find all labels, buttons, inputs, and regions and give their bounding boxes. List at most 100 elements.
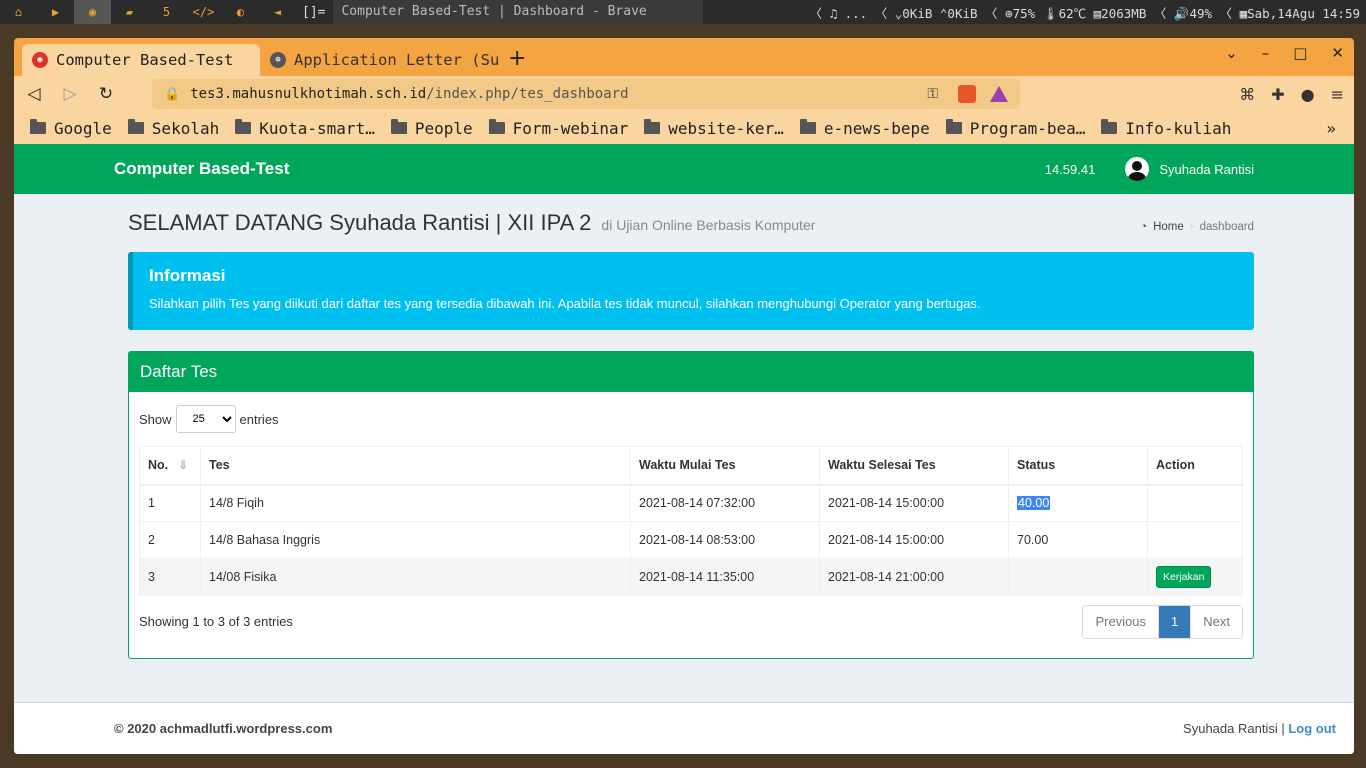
- url-host: tes3.mahusnulkhotimah.sch.id: [190, 86, 427, 102]
- bookmark-label: Info-kuliah: [1125, 118, 1232, 138]
- minimize-icon[interactable]: –: [1262, 44, 1270, 62]
- menu-icon[interactable]: ≡: [1331, 85, 1344, 104]
- logout-link[interactable]: Log out: [1288, 721, 1336, 736]
- workspace-list: ⌂ ▶ ◉ ▰ 5 </> ◐ ◄: [0, 0, 296, 24]
- bookmark-e-news-bepe[interactable]: e-news-bepe: [799, 118, 930, 138]
- browser-toolbar: ◁ ▷ ↻ 🔒 tes3.mahusnulkhotimah.sch.id/ind…: [14, 76, 1354, 112]
- address-bar[interactable]: 🔒 tes3.mahusnulkhotimah.sch.id/index.php…: [152, 79, 1020, 109]
- bookmark-sekolah[interactable]: Sekolah: [127, 119, 219, 138]
- tab-label: Computer Based-Test: [56, 51, 234, 69]
- breadcrumb-current: dashboard: [1199, 221, 1254, 233]
- cell-tes: 14/8 Fiqih: [200, 484, 631, 522]
- col-status[interactable]: Status: [1008, 446, 1148, 486]
- folder-icon: [488, 119, 505, 134]
- bookmark-website-ker[interactable]: website-ker…: [644, 119, 784, 138]
- col-no[interactable]: No. ⇓: [139, 446, 201, 486]
- workspace-1[interactable]: ⌂: [0, 0, 37, 24]
- back-icon[interactable]: ◁: [24, 84, 44, 104]
- page-1-button[interactable]: 1: [1159, 605, 1192, 638]
- bookmark-form-webinar[interactable]: Form-webinar: [488, 118, 629, 138]
- test-table: No. ⇓ Tes Waktu Mulai Tes Waktu Selesai T…: [139, 446, 1243, 596]
- extensions-icon[interactable]: ✚: [1271, 85, 1284, 104]
- close-icon[interactable]: ✕: [1331, 44, 1344, 62]
- pagination: Previous 1 Next: [1082, 604, 1243, 639]
- forward-icon[interactable]: ▷: [60, 84, 80, 104]
- col-waktu-mulai[interactable]: Waktu Mulai Tes: [630, 446, 820, 486]
- folder-icon: [30, 119, 46, 134]
- cell-selesai: 2021-08-14 15:00:00: [819, 484, 1009, 522]
- cell-action: [1147, 484, 1243, 522]
- cell-mulai: 2021-08-14 08:53:00: [630, 521, 820, 559]
- bookmark-label: People: [414, 118, 473, 138]
- brave-shields-icon[interactable]: [958, 85, 976, 103]
- site-favicon-icon: ◉: [32, 52, 48, 68]
- sort-desc-icon: ⇓: [178, 458, 189, 473]
- footer-user: Syuhada Rantisi | Log out: [1183, 721, 1336, 736]
- col-tes[interactable]: Tes: [200, 446, 631, 486]
- col-label: Waktu Selesai Tes: [828, 458, 936, 473]
- bookmark-google[interactable]: Google: [30, 119, 112, 138]
- cell-mulai: 2021-08-14 07:32:00: [630, 484, 820, 522]
- col-label: Action: [1156, 458, 1195, 473]
- tab-search-icon[interactable]: ⌄: [1225, 44, 1238, 62]
- table-row: 2 14/8 Bahasa Inggris 2021-08-14 08:53:0…: [139, 521, 1243, 559]
- workspace-8[interactable]: ◄: [259, 0, 296, 24]
- folder-icon: [390, 119, 407, 134]
- bookmarks-overflow-button[interactable]: »: [1326, 119, 1336, 138]
- user-menu[interactable]: Syuhada Rantisi: [1125, 157, 1254, 181]
- tab-application-letter[interactable]: ⊕ Application Letter (Su: [260, 44, 498, 76]
- tab-computer-based-test[interactable]: ◉ Computer Based-Test: [22, 44, 260, 76]
- translate-icon[interactable]: ⌘: [1239, 85, 1255, 104]
- kerjakan-button[interactable]: Kerjakan: [1156, 566, 1212, 589]
- bookmark-label: e-news-bepe: [823, 118, 930, 138]
- cell-tes: 14/8 Bahasa Inggris: [200, 521, 631, 559]
- bookmark-info-kuliah[interactable]: Info-kuliah: [1101, 119, 1231, 138]
- app-brand[interactable]: Computer Based-Test: [114, 159, 289, 179]
- folder-icon: [644, 119, 661, 134]
- breadcrumb-separator: ›: [1189, 221, 1194, 233]
- bookmark-kuota-smart[interactable]: Kuota-smart…: [235, 119, 375, 138]
- folder-icon: [799, 119, 816, 134]
- extensions-area: ⌘ ✚ ● ≡: [1239, 85, 1344, 104]
- entries-select[interactable]: 25: [175, 405, 236, 433]
- cell-status: 40.00: [1008, 484, 1148, 522]
- next-button[interactable]: Next: [1191, 606, 1242, 638]
- box-title: Daftar Tes: [129, 352, 1253, 392]
- col-action[interactable]: Action: [1147, 446, 1243, 486]
- workspace-6[interactable]: </>: [185, 0, 222, 24]
- brave-rewards-icon[interactable]: [990, 86, 1008, 102]
- status-value: 40.00: [1017, 496, 1051, 511]
- bookmark-program-bea[interactable]: Program-bea…: [945, 119, 1085, 138]
- col-label: No.: [148, 458, 169, 473]
- cell-action: [1147, 521, 1243, 559]
- maximize-icon[interactable]: □: [1293, 44, 1307, 62]
- bookmark-label: Google: [54, 118, 112, 138]
- folder-icon: [235, 119, 252, 134]
- table-header-row: No. ⇓ Tes Waktu Mulai Tes Waktu Selesai T…: [139, 446, 1243, 486]
- content-header: SELAMAT DATANG Syuhada Rantisi | XII IPA…: [128, 194, 1254, 252]
- system-bar: ⌂ ▶ ◉ ▰ 5 </> ◐ ◄ []= Computer Based-Tes…: [0, 0, 1366, 24]
- workspace-7[interactable]: ◐: [222, 0, 259, 24]
- workspace-5[interactable]: 5: [148, 0, 185, 24]
- col-waktu-selesai[interactable]: Waktu Selesai Tes: [819, 446, 1009, 486]
- workspace-4[interactable]: ▰: [111, 0, 148, 24]
- bookmark-label: Form-webinar: [512, 118, 629, 138]
- breadcrumb-home[interactable]: Home: [1153, 221, 1184, 233]
- footer-user-name: Syuhada Rantisi |: [1183, 721, 1285, 736]
- tab-strip: ◉ Computer Based-Test ⊕ Application Lett…: [14, 38, 1354, 76]
- cell-no: 3: [139, 558, 201, 596]
- wallet-icon[interactable]: ●: [1301, 85, 1315, 104]
- cell-selesai: 2021-08-14 21:00:00: [819, 558, 1009, 596]
- bookmark-people[interactable]: People: [390, 118, 473, 138]
- page-footer: © 2020 achmadlutfi.wordpress.com Syuhada…: [14, 702, 1354, 754]
- test-list-box: Daftar Tes Show 25 entries No. ⇓ Tes Wak…: [128, 351, 1254, 659]
- breadcrumb: ◔ Home › dashboard: [1140, 221, 1254, 233]
- new-tab-button[interactable]: +: [508, 46, 526, 71]
- previous-button[interactable]: Previous: [1083, 605, 1160, 638]
- workspace-2[interactable]: ▶: [37, 0, 74, 24]
- key-icon[interactable]: ⚿: [927, 86, 938, 102]
- lock-icon: 🔒: [164, 86, 181, 102]
- cell-mulai: 2021-08-14 11:35:00: [630, 558, 820, 596]
- reload-icon[interactable]: ↻: [96, 84, 116, 104]
- workspace-3[interactable]: ◉: [74, 0, 111, 24]
